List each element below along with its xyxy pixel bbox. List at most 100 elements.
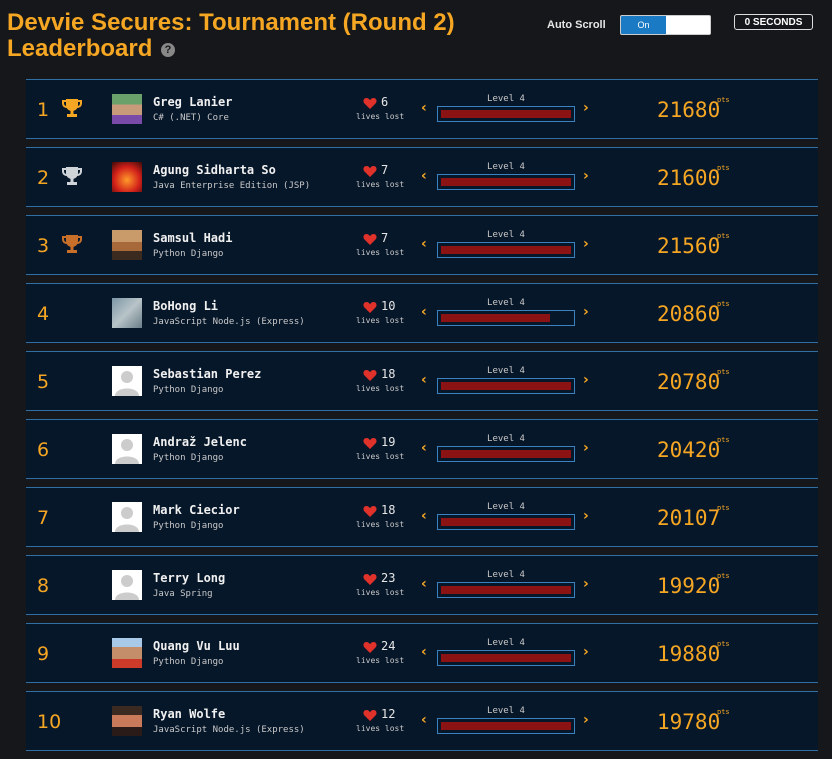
lives-lost-label: lives lost <box>356 656 405 665</box>
leaderboard-row[interactable]: 4 BoHong Li JavaScript Node.js (Express) 10… <box>26 283 818 343</box>
level-progress-bar <box>437 242 575 258</box>
avatar <box>112 638 142 668</box>
lives-lost-label: lives lost <box>356 452 405 461</box>
question-circle-icon[interactable]: ? <box>161 42 176 57</box>
player-tech-stack: Python Django <box>153 521 224 531</box>
level-label: Level 4 <box>487 366 525 376</box>
rank-number: 2 <box>37 167 50 189</box>
player-name: Samsul Hadi <box>153 231 233 245</box>
heart-icon <box>363 639 377 653</box>
player-tech-stack: Python Django <box>153 249 224 259</box>
avatar <box>112 298 142 328</box>
avatar <box>112 94 142 124</box>
chevron-left-icon[interactable]: ‹ <box>421 712 427 728</box>
lives-lost-label: lives lost <box>356 248 405 257</box>
player-tech-stack: C# (.NET) Core <box>153 113 229 123</box>
player-name: BoHong Li <box>153 299 219 313</box>
score-value: 21600 <box>657 166 721 190</box>
avatar <box>112 366 142 396</box>
lives-count: 7 <box>381 231 389 245</box>
score-value: 19780 <box>657 710 721 734</box>
level-label: Level 4 <box>487 638 525 648</box>
chevron-left-icon[interactable]: ‹ <box>421 372 427 388</box>
chevron-left-icon[interactable]: ‹ <box>421 236 427 252</box>
player-name: Greg Lanier <box>153 95 233 109</box>
chevron-right-icon[interactable]: › <box>583 644 589 660</box>
chevron-left-icon[interactable]: ‹ <box>421 304 427 320</box>
leaderboard-row[interactable]: 8 Terry Long Java Spring 23 lives lost ‹ Level… <box>26 555 818 615</box>
rank-number: 5 <box>37 371 50 393</box>
chevron-right-icon[interactable]: › <box>583 440 589 456</box>
leaderboard-row[interactable]: 2 Agung Sidharta So Java Enterprise Editio… <box>26 147 818 207</box>
level-progress-bar <box>437 378 575 394</box>
heart-icon <box>363 571 377 585</box>
chevron-right-icon[interactable]: › <box>583 168 589 184</box>
chevron-right-icon[interactable]: › <box>583 712 589 728</box>
avatar <box>112 706 142 736</box>
chevron-left-icon[interactable]: ‹ <box>421 168 427 184</box>
leaderboard-row[interactable]: 6 Andraž Jelenc Python Django 19 lives lost ‹… <box>26 419 818 479</box>
lives-lost-label: lives lost <box>356 588 405 597</box>
lives-count: 10 <box>381 299 396 313</box>
level-progress-fill <box>441 178 571 186</box>
level-label: Level 4 <box>487 230 525 240</box>
lives-count: 23 <box>381 571 396 585</box>
pts-unit: pts <box>717 96 730 104</box>
score-value: 20860 <box>657 302 721 326</box>
lives-lost-label: lives lost <box>356 316 405 325</box>
chevron-left-icon[interactable]: ‹ <box>421 100 427 116</box>
level-progress-fill <box>441 110 571 118</box>
player-tech-stack: Java Spring <box>153 589 213 599</box>
rank-number: 9 <box>37 643 50 665</box>
lives-lost-label: lives lost <box>356 384 405 393</box>
chevron-right-icon[interactable]: › <box>583 576 589 592</box>
score-value: 19880 <box>657 642 721 666</box>
level-progress-bar <box>437 514 575 530</box>
pts-unit: pts <box>717 708 730 716</box>
leaderboard-row[interactable]: 10 Ryan Wolfe JavaScript Node.js (Express)… <box>26 691 818 751</box>
level-progress-fill <box>441 246 571 254</box>
leaderboard-row[interactable]: 1 Greg Lanier C# (.NET) Core 6 lives lost ‹ Le… <box>26 79 818 139</box>
chevron-left-icon[interactable]: ‹ <box>421 644 427 660</box>
chevron-left-icon[interactable]: ‹ <box>421 576 427 592</box>
chevron-right-icon[interactable]: › <box>583 236 589 252</box>
avatar <box>112 502 142 532</box>
player-name: Ryan Wolfe <box>153 707 226 721</box>
lives-count: 18 <box>381 367 396 381</box>
level-progress-bar <box>437 650 575 666</box>
chevron-right-icon[interactable]: › <box>583 304 589 320</box>
level-label: Level 4 <box>487 94 525 104</box>
score-value: 21560 <box>657 234 721 258</box>
level-label: Level 4 <box>487 162 525 172</box>
heart-icon <box>363 231 377 245</box>
rank-number: 8 <box>37 575 50 597</box>
score-value: 20780 <box>657 370 721 394</box>
level-progress-fill <box>441 450 571 458</box>
player-name: Andraž Jelenc <box>153 435 247 449</box>
chevron-right-icon[interactable]: › <box>583 508 589 524</box>
chevron-left-icon[interactable]: ‹ <box>421 440 427 456</box>
score-value: 21680 <box>657 98 721 122</box>
score-value: 20107 <box>657 506 721 530</box>
page-header: Devvie Secures: Tournament (Round 2) Lea… <box>0 0 832 72</box>
auto-scroll-label: Auto Scroll <box>547 19 606 31</box>
level-progress-fill <box>441 314 550 322</box>
rank-number: 1 <box>37 99 50 121</box>
heart-icon <box>363 299 377 313</box>
leaderboard-row[interactable]: 3 Samsul Hadi Python Django 7 lives lost ‹ Lev… <box>26 215 818 275</box>
score-value: 20420 <box>657 438 721 462</box>
auto-scroll-toggle[interactable]: On <box>620 15 711 35</box>
chevron-right-icon[interactable]: › <box>583 372 589 388</box>
pts-unit: pts <box>717 232 730 240</box>
lives-lost-label: lives lost <box>356 112 405 121</box>
level-progress-bar <box>437 310 575 326</box>
chevron-left-icon[interactable]: ‹ <box>421 508 427 524</box>
leaderboard-row[interactable]: 5 Sebastian Perez Python Django 18 lives los… <box>26 351 818 411</box>
level-progress-fill <box>441 654 571 662</box>
level-label: Level 4 <box>487 298 525 308</box>
chevron-right-icon[interactable]: › <box>583 100 589 116</box>
lives-count: 6 <box>381 95 389 109</box>
leaderboard-row[interactable]: 9 Quang Vu Luu Python Django 24 lives lost ‹ L… <box>26 623 818 683</box>
pts-unit: pts <box>717 368 730 376</box>
leaderboard-row[interactable]: 7 Mark Ciecior Python Django 18 lives lost ‹ L… <box>26 487 818 547</box>
